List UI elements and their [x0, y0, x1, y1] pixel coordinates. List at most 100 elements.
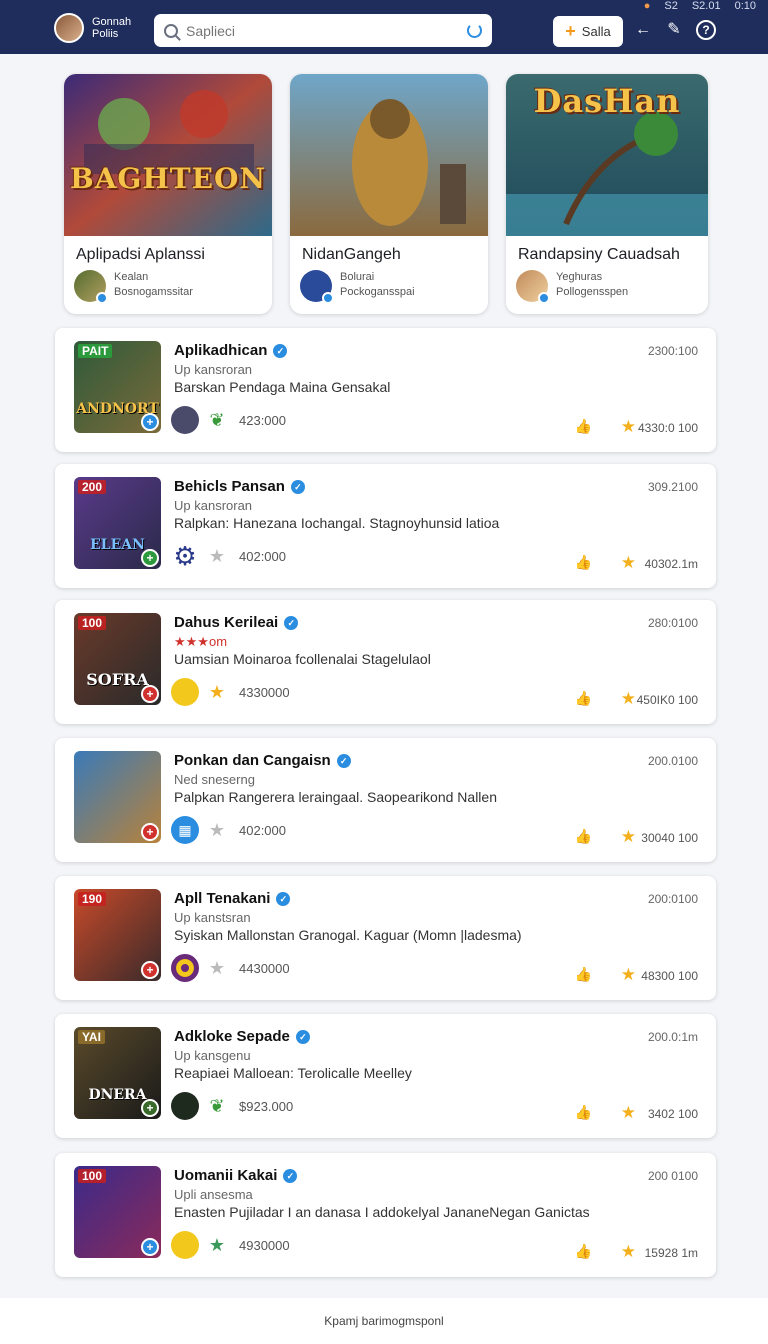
app-subtitle: Upli ansesma: [174, 1187, 253, 1202]
status-left: S2: [664, 0, 678, 12]
wrench-icon[interactable]: ✎: [664, 20, 684, 40]
footer-text[interactable]: Kpamj barimogmsponl: [324, 1314, 443, 1328]
star-icon[interactable]: ★: [621, 1103, 636, 1123]
app-icon: [171, 406, 199, 434]
add-icon[interactable]: +: [141, 1099, 159, 1117]
featured-card[interactable]: DasHan Randapsiny Cauadsah Yeghuras Poll…: [506, 74, 708, 314]
thumbs-up-icon[interactable]: 👍: [575, 1243, 592, 1260]
star-icon[interactable]: ★: [621, 553, 636, 573]
download-count: 402:000: [239, 548, 286, 564]
search-icon: [164, 23, 178, 38]
thumb-tag: 100: [78, 1169, 107, 1183]
featured-meta: Bosnogamssitar: [114, 286, 193, 298]
app-description: Ralpkan: Hanezana Iochangal. Stagnoyhuns…: [174, 515, 500, 531]
thumbs-up-icon[interactable]: 👍: [575, 1104, 592, 1121]
list-item[interactable]: PAIT ANDNORT + Aplikadhican ✓ Up kansrora…: [55, 328, 716, 452]
verified-icon: [96, 292, 108, 304]
thumb-tag: PAIT: [78, 344, 113, 358]
featured-logo: DasHan: [533, 82, 681, 120]
featured-author: Bolurai: [340, 271, 375, 283]
app-thumbnail: 190 +: [74, 889, 161, 981]
avatar[interactable]: [54, 13, 84, 43]
app-score: 48300 100: [641, 969, 698, 983]
coin-icon: [171, 678, 199, 706]
verified-icon: [322, 292, 334, 304]
app-thumbnail: PAIT ANDNORT +: [74, 341, 161, 433]
app-description: Uamsian Moinaroa fcollenalai Stagelulaol: [174, 651, 431, 667]
list-item[interactable]: YAI DNERA + Adkloke Sepade ✓ Up kansgenu …: [55, 1014, 716, 1138]
back-arrow-icon[interactable]: ←: [633, 20, 653, 40]
thumbs-up-icon[interactable]: 👍: [575, 418, 592, 435]
verified-icon: ✓: [336, 753, 351, 768]
star-icon[interactable]: ★: [621, 827, 636, 847]
star-icon: ★: [208, 545, 226, 566]
app-thumbnail: 200 ELEAN +: [74, 477, 161, 569]
brand[interactable]: Gonnah Poliis: [54, 13, 131, 43]
verified-icon: ✓: [290, 479, 305, 494]
add-icon[interactable]: +: [141, 961, 159, 979]
download-count: 423:000: [239, 412, 286, 428]
thumbs-up-icon[interactable]: 👍: [575, 966, 592, 983]
status-bar: ● S2 S2.01 0:10: [644, 0, 756, 12]
featured-art: [290, 74, 488, 236]
star-icon[interactable]: ★: [621, 417, 636, 437]
refresh-icon[interactable]: [467, 23, 482, 38]
app-title: Dahus Kerileai: [174, 614, 279, 631]
star-icon[interactable]: ★: [621, 1242, 636, 1262]
add-button[interactable]: + Salla: [553, 16, 623, 47]
list-item[interactable]: + Ponkan dan Cangaisn ✓ Ned sneserng Palp…: [55, 738, 716, 862]
app-subtitle: ★★★om: [174, 634, 228, 649]
app-date: 200:0100: [647, 892, 698, 906]
add-icon[interactable]: +: [141, 1238, 159, 1256]
add-icon[interactable]: +: [141, 685, 159, 703]
app-title: Ponkan dan Cangaisn: [174, 752, 331, 769]
star-icon[interactable]: ★: [621, 689, 636, 709]
app-thumbnail: +: [74, 751, 161, 843]
search-input[interactable]: [186, 22, 467, 39]
thumb-tag: 200: [78, 480, 107, 494]
star-icon: ★: [208, 1234, 226, 1255]
verified-icon: ✓: [273, 343, 288, 358]
app-description: Palpkan Rangerera leraingaal. Saopeariko…: [174, 789, 497, 805]
list-item[interactable]: 200 ELEAN + Behicls Pansan ✓ Up kansroran…: [55, 464, 716, 588]
download-count: 4930000: [239, 1237, 290, 1253]
add-icon[interactable]: +: [141, 413, 159, 431]
app-title: Behicls Pansan: [174, 478, 285, 495]
add-icon[interactable]: +: [141, 823, 159, 841]
star-icon: ★: [208, 957, 226, 978]
app-description: Enasten Pujiladar I an danasa I addokely…: [174, 1204, 590, 1220]
status-dot-icon: ●: [643, 0, 651, 12]
download-count: 4330000: [239, 684, 290, 700]
app-score: 4330:0 100: [637, 421, 698, 435]
footer: Kpamj barimogmsponl: [0, 1298, 768, 1344]
thumbs-up-icon[interactable]: 👍: [575, 828, 592, 845]
app-title: Uomanii Kakai: [174, 1167, 278, 1184]
featured-card[interactable]: NidanGangeh Bolurai Pockogansspai: [290, 74, 488, 314]
verified-icon: ✓: [276, 891, 291, 906]
featured-card[interactable]: BAGHTEON Aplipadsi Aplanssi Kealan Bosno…: [64, 74, 272, 314]
featured-title: Aplipadsi Aplanssi: [76, 246, 205, 263]
thumbs-up-icon[interactable]: 👍: [575, 690, 592, 707]
gear-icon: ⚙: [171, 542, 199, 570]
search-bar[interactable]: [154, 14, 492, 47]
star-icon[interactable]: ★: [621, 965, 636, 985]
download-count: 4430000: [239, 960, 290, 976]
coin-icon: [171, 1231, 199, 1259]
help-icon[interactable]: ?: [696, 20, 716, 40]
avatar: [516, 270, 550, 304]
list-item[interactable]: 190 + Apll Tenakani ✓ Up kanstsran Syiska…: [55, 876, 716, 1000]
app-title: Aplikadhican: [174, 342, 268, 359]
featured-meta: Pockogansspai: [340, 286, 415, 298]
verified-icon: ✓: [295, 1029, 310, 1044]
app-date: 309.2100: [647, 480, 698, 494]
leaf-icon: ❦: [209, 409, 225, 430]
thumbs-up-icon[interactable]: 👍: [575, 554, 592, 571]
list-item[interactable]: 100 SOFRA + Dahus Kerileai ✓ ★★★om Uamsia…: [55, 600, 716, 724]
featured-image: BAGHTEON: [64, 74, 272, 236]
status-middle: S2.01: [691, 0, 721, 12]
featured-section: BAGHTEON Aplipadsi Aplanssi Kealan Bosno…: [64, 74, 708, 314]
featured-title: NidanGangeh: [302, 246, 401, 263]
list-item[interactable]: 100 + Uomanii Kakai ✓ Upli ansesma Enaste…: [55, 1153, 716, 1277]
add-icon[interactable]: +: [141, 549, 159, 567]
app-date: 2300:100: [647, 344, 698, 358]
